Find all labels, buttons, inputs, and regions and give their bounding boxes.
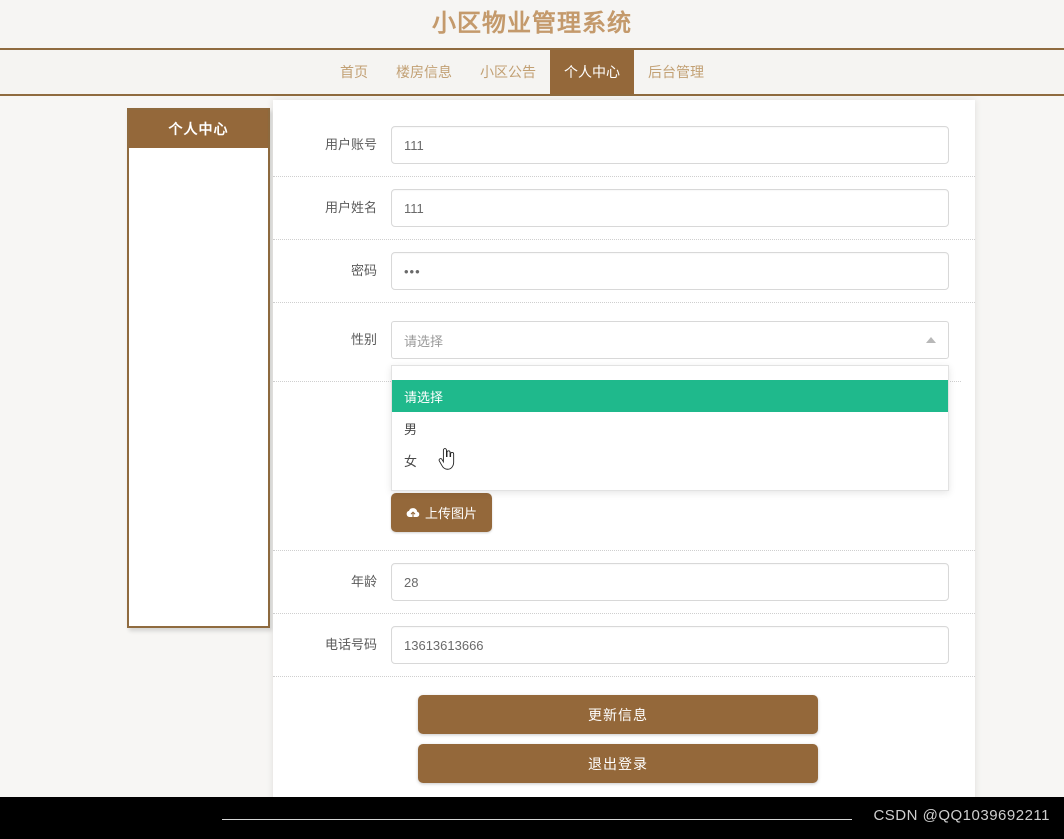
nav-item-personal-center[interactable]: 个人中心	[550, 50, 634, 94]
gender-option-placeholder[interactable]: 请选择	[392, 380, 948, 412]
sidebar-title: 个人中心	[129, 110, 268, 148]
control-phone	[391, 626, 949, 664]
nav-item-home[interactable]: 首页	[326, 50, 382, 94]
upload-image-label: 上传图片	[425, 506, 478, 521]
label-password: 密码	[350, 263, 377, 279]
gender-select[interactable]: 请选择	[391, 321, 949, 359]
dropdown-bottom-spacer	[392, 476, 948, 490]
label-username: 用户姓名	[324, 200, 377, 216]
form-actions: 更新信息 退出登录	[273, 677, 975, 789]
nav-item-community-notice[interactable]: 小区公告	[466, 50, 550, 94]
form-row-password: 密码	[273, 240, 975, 303]
cloud-upload-icon	[406, 507, 420, 519]
gender-option-female[interactable]: 女	[392, 444, 948, 476]
label-account: 用户账号	[324, 137, 377, 153]
form-row-phone: 电话号码	[273, 614, 975, 677]
form-row-age: 年龄	[273, 551, 975, 614]
hand-cursor-icon	[438, 448, 456, 470]
page-title: 小区物业管理系统	[432, 10, 632, 37]
phone-input[interactable]	[391, 626, 949, 664]
gender-dropdown: 请选择 男 女	[391, 365, 949, 491]
username-input[interactable]	[391, 189, 949, 227]
upload-image-button[interactable]: 上传图片	[391, 493, 493, 532]
nav-item-building-info[interactable]: 楼房信息	[382, 50, 466, 94]
update-info-button[interactable]: 更新信息	[418, 695, 818, 734]
label-age: 年龄	[350, 574, 377, 590]
control-account	[391, 126, 949, 164]
footer-divider-line	[222, 819, 852, 820]
site-header: 小区物业管理系统	[0, 0, 1064, 48]
gender-option-female-label: 女	[404, 453, 418, 469]
body-area: 个人中心 用户账号 用户姓名 密码	[0, 96, 1064, 807]
age-input[interactable]	[391, 563, 949, 601]
form-row-account: 用户账号	[273, 114, 975, 177]
gender-select-value: 请选择	[404, 333, 444, 349]
chevron-up-icon	[926, 337, 936, 343]
logout-button[interactable]: 退出登录	[418, 744, 818, 783]
dropdown-top-spacer	[392, 366, 948, 380]
control-username	[391, 189, 949, 227]
control-gender: 请选择 请选择 男 女	[273, 321, 961, 491]
password-input[interactable]	[391, 252, 949, 290]
nav-items: 首页 楼房信息 小区公告 个人中心 后台管理	[326, 50, 718, 94]
account-input[interactable]	[391, 126, 949, 164]
control-age	[391, 563, 949, 601]
page-root: 小区物业管理系统 首页 楼房信息 小区公告 个人中心 后台管理 个人中心 用户账…	[0, 0, 1064, 839]
watermark-text: CSDN @QQ1039692211	[873, 807, 1050, 824]
sidebar: 个人中心	[127, 108, 270, 628]
control-password	[391, 252, 949, 290]
nav-item-admin-management[interactable]: 后台管理	[634, 50, 718, 94]
footer-watermark-strip: CSDN @QQ1039692211	[0, 797, 1064, 839]
gender-option-male[interactable]: 男	[392, 412, 948, 444]
profile-form-panel: 用户账号 用户姓名 密码 性别	[273, 100, 975, 807]
main-navigation: 首页 楼房信息 小区公告 个人中心 后台管理	[0, 48, 1064, 96]
form-row-gender: 性别 请选择 请选择 男 女	[273, 303, 975, 491]
label-gender: 性别	[350, 332, 377, 348]
label-phone: 电话号码	[324, 637, 377, 653]
form-row-username: 用户姓名	[273, 177, 975, 240]
sidebar-body	[129, 148, 268, 626]
